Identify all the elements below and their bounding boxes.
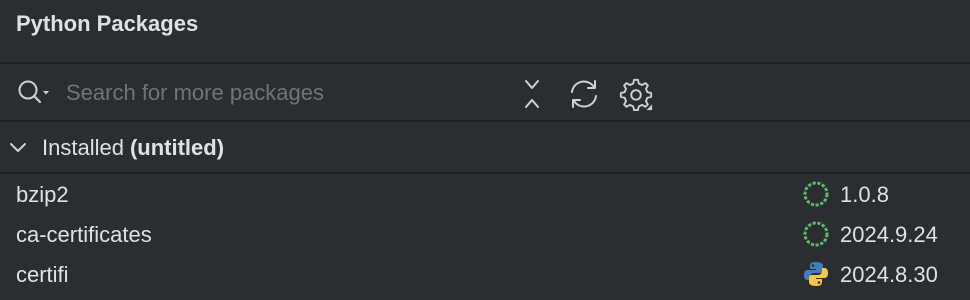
package-version: 1.0.8	[840, 182, 889, 207]
refresh-button[interactable]	[566, 76, 602, 112]
package-version: 2024.8.30	[840, 262, 938, 287]
environment-name: (untitled)	[129, 135, 225, 160]
python-packages-panel: Python Packages Search for more packages…	[0, 0, 970, 300]
installed-group-label: Installed (untitled)	[42, 135, 224, 161]
settings-icon	[619, 78, 653, 112]
conda-icon	[802, 180, 830, 208]
python-icon	[802, 260, 830, 288]
panel-title: Python Packages	[16, 11, 199, 36]
package-row-certifi[interactable]: certifi 2024.8.30	[0, 254, 970, 294]
package-version: 2024.9.24	[840, 222, 938, 247]
packages-toolbar	[0, 64, 970, 122]
package-name: ca-certificates	[16, 222, 152, 247]
refresh-icon	[571, 80, 597, 108]
installed-group-header[interactable]: Installed (untitled)	[0, 122, 970, 174]
package-row-bzip2[interactable]: bzip2 1.0.8	[0, 174, 970, 214]
package-name: bzip2	[16, 182, 69, 207]
group-title: Installed	[42, 135, 124, 160]
collapse-icon	[525, 80, 539, 108]
search-input[interactable]	[66, 76, 496, 110]
settings-button[interactable]	[618, 76, 654, 112]
package-row-ca-certificates[interactable]: ca-certificates 2024.9.24	[0, 214, 970, 254]
panel-header: Python Packages	[0, 0, 970, 64]
search-icon[interactable]	[16, 78, 52, 108]
chevron-down-icon[interactable]	[8, 138, 28, 158]
package-name: certifi	[16, 262, 69, 287]
conda-icon	[802, 220, 830, 248]
collapse-all-button[interactable]	[514, 76, 550, 112]
